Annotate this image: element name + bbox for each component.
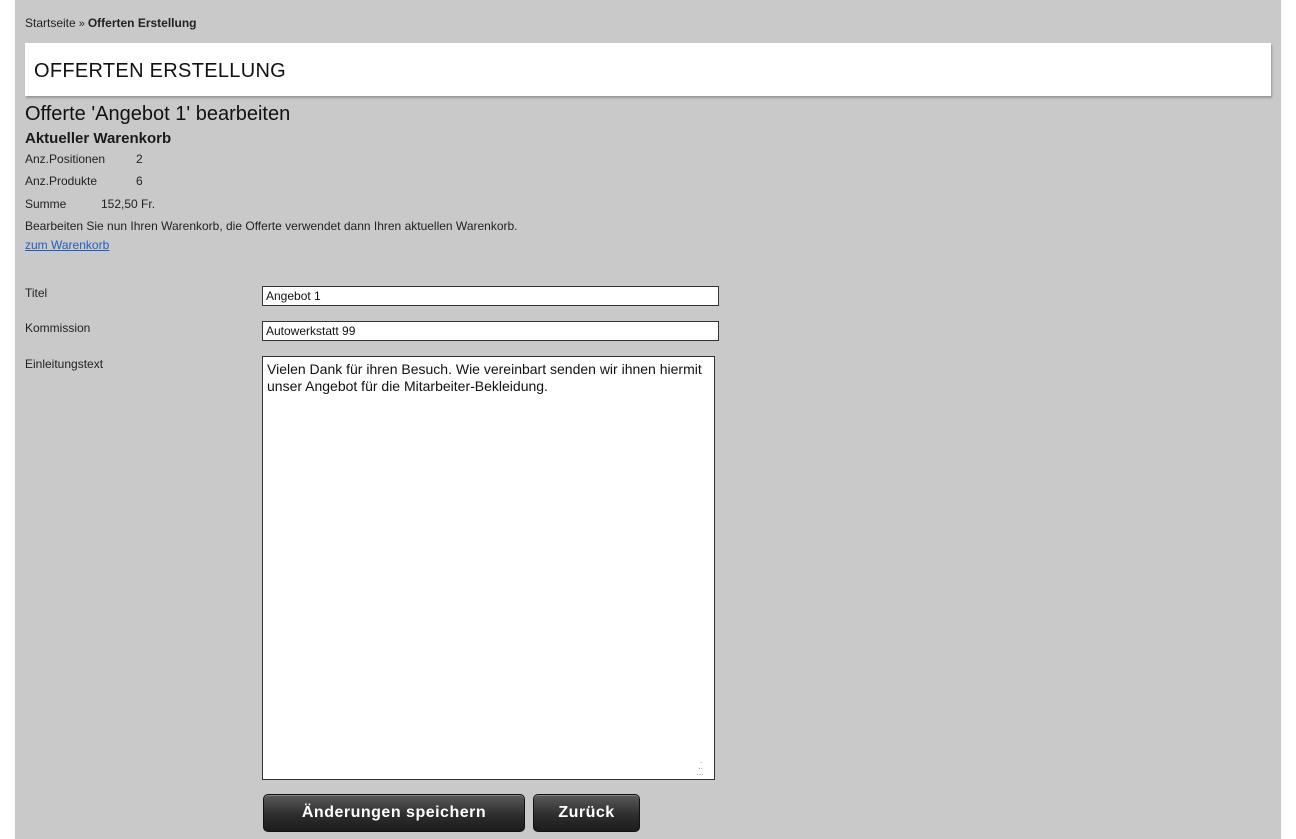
- cart-sum-row: Summe 152,50 Fr.: [25, 197, 155, 211]
- cart-sum-value: 152,50 Fr.: [101, 197, 156, 211]
- page-title: OFFERTEN ERSTELLUNG: [34, 60, 287, 82]
- breadcrumb-current: Offerten Erstellung: [87, 16, 197, 30]
- cart-positions-value: 2: [136, 152, 143, 166]
- offer-edit-title: Offerte 'Angebot 1' bearbeiten: [25, 103, 291, 125]
- cart-link[interactable]: zum Warenkorb: [25, 238, 109, 252]
- title-label: Titel: [25, 286, 48, 300]
- cart-positions-row: Anz.Positionen 2: [25, 152, 143, 166]
- back-button[interactable]: Zurück: [533, 794, 640, 832]
- cart-info-text: Bearbeiten Sie nun Ihren Warenkorb, die …: [25, 219, 518, 233]
- cart-products-row: Anz.Produkte 6: [25, 174, 143, 188]
- page-container: Startseite» Offerten Erstellung OFFERTEN …: [15, 0, 1281, 839]
- title-input[interactable]: [262, 286, 719, 306]
- cart-heading: Aktueller Warenkorb: [25, 130, 172, 147]
- commission-input[interactable]: [262, 321, 719, 341]
- cart-products-value: 6: [136, 174, 143, 188]
- intro-text-label: Einleitungstext: [25, 357, 104, 371]
- save-changes-button[interactable]: Änderungen speichern: [263, 794, 525, 832]
- cart-positions-label: Anz.Positionen: [25, 152, 106, 166]
- cart-sum-label: Summe: [25, 197, 67, 211]
- breadcrumb-separator: »: [78, 18, 85, 30]
- cart-products-label: Anz.Produkte: [25, 174, 98, 188]
- page-header: OFFERTEN ERSTELLUNG: [25, 43, 1271, 96]
- breadcrumb-home-link[interactable]: Startseite: [25, 16, 76, 30]
- commission-label: Kommission: [25, 321, 91, 335]
- resize-grip-icon[interactable]: · ·· ···: [696, 758, 708, 780]
- intro-textarea[interactable]: Vielen Dank für ihren Besuch. Wie verein…: [262, 356, 715, 780]
- breadcrumb: Startseite» Offerten Erstellung: [25, 16, 197, 30]
